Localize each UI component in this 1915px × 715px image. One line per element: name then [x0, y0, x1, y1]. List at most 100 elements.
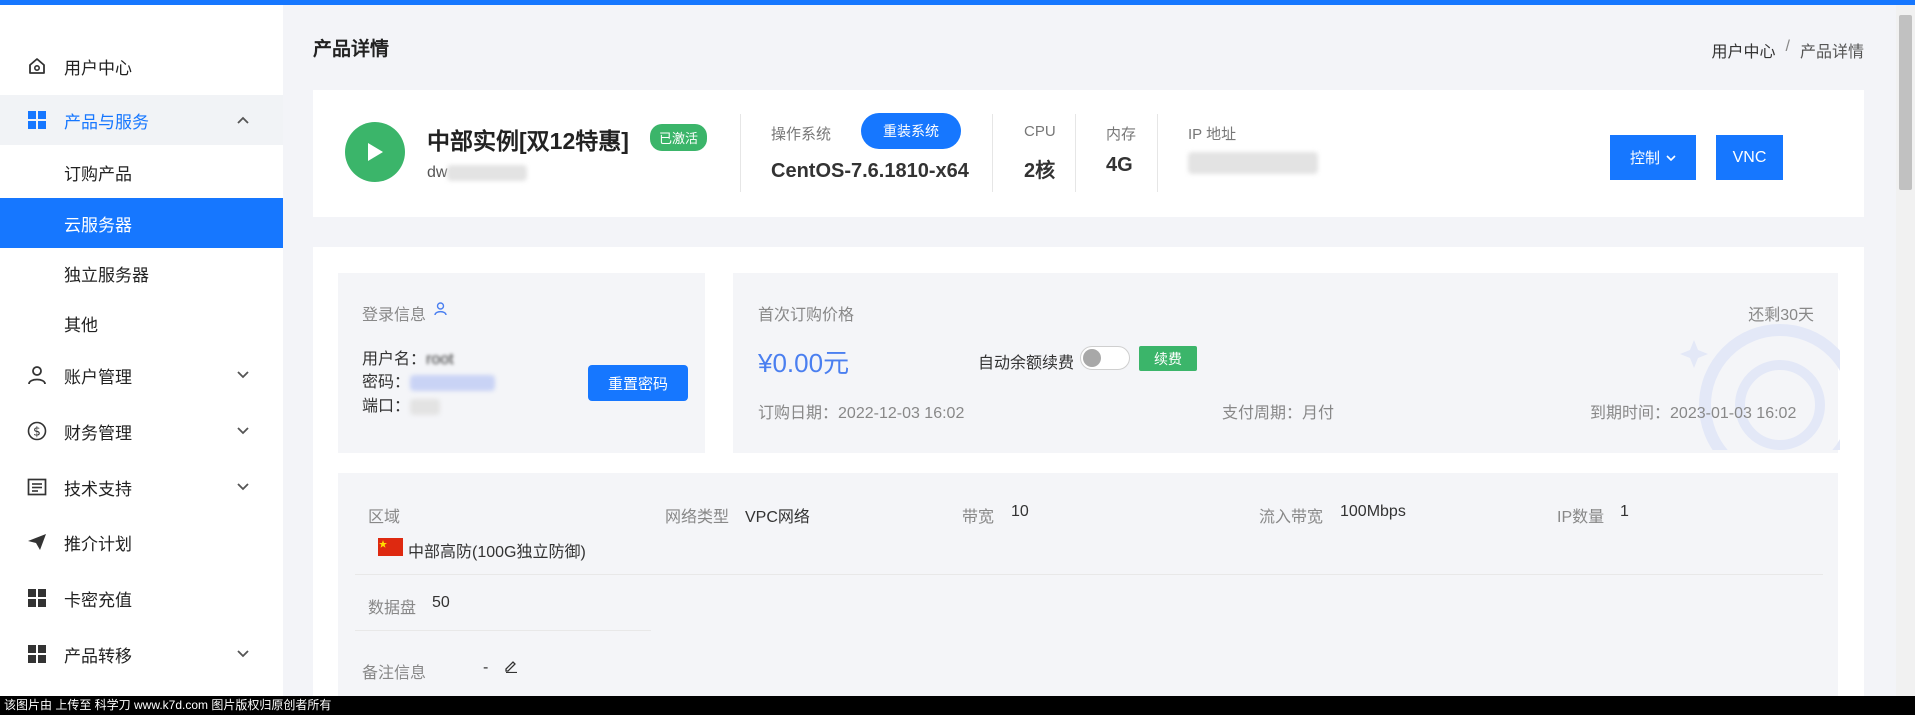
status-badge: 已激活 — [650, 124, 708, 151]
page-scrollbar[interactable] — [1896, 5, 1915, 696]
username-label: 用户名： — [362, 351, 427, 368]
first-price-label: 首次订购价格 — [758, 307, 855, 324]
username-value: root — [426, 351, 454, 368]
os-value: CentOS-7.6.1810-x64 — [771, 160, 969, 182]
redacted-ip-address — [1188, 152, 1323, 178]
vnc-button[interactable]: VNC — [1716, 135, 1783, 180]
sidebar-item-user-center[interactable]: 用户中心 — [0, 41, 283, 91]
instance-name: 中部实例[双12特惠] — [427, 128, 629, 154]
expire-value: 2023-01-03 16:02 — [1670, 405, 1797, 422]
reset-password-button[interactable]: 重置密码 — [588, 365, 688, 401]
sidebar-item-label: 推介计划 — [64, 534, 132, 554]
data-disk-label: 数据盘 — [368, 600, 417, 617]
password-label: 密码： — [362, 374, 411, 391]
redacted-hostname — [447, 164, 528, 181]
note-value: - — [483, 659, 489, 676]
sidebar-item-label: 用户中心 — [64, 58, 132, 78]
divider — [355, 630, 651, 631]
scrollbar-thumb[interactable] — [1899, 15, 1912, 190]
chevron-up-icon — [236, 113, 250, 127]
remaining-days: 还剩30天 — [1748, 307, 1814, 324]
ip-count-label: IP数量 — [1557, 509, 1605, 526]
chevron-down-icon — [236, 424, 250, 438]
inbound-bandwidth-value: 100Mbps — [1340, 503, 1406, 520]
sidebar-subitem-other[interactable]: 其他 — [0, 298, 283, 348]
sidebar: 用户中心 产品与服务 订购产品 云服务器 独立服务器 其他 账户管理 $ 财务管… — [0, 5, 283, 696]
sidebar-item-support[interactable]: 技术支持 — [0, 462, 283, 512]
divider — [1075, 114, 1076, 192]
region-label: 区域 — [368, 509, 401, 526]
port-label: 端口： — [362, 398, 411, 415]
breadcrumb-separator: / — [1785, 38, 1790, 55]
sidebar-item-finance[interactable]: $ 财务管理 — [0, 406, 283, 456]
auto-renew-toggle[interactable] — [1080, 346, 1130, 370]
power-status-button[interactable] — [345, 122, 405, 182]
billing-cycle-label: 支付周期： — [1222, 405, 1303, 422]
redacted-password — [410, 374, 496, 391]
reinstall-system-button[interactable]: 重装系统 — [861, 113, 961, 149]
expire-label: 到期时间： — [1590, 405, 1671, 422]
decorative-watermark-icon — [1660, 310, 1840, 450]
home-icon — [26, 55, 48, 77]
ip-count-value: 1 — [1620, 503, 1629, 520]
sidebar-item-label: 技术支持 — [64, 479, 132, 499]
bandwidth-value: 10 — [1011, 503, 1029, 520]
port-row: 端口： — [362, 392, 441, 416]
chevron-down-icon — [236, 368, 250, 382]
sidebar-subitem-order[interactable]: 订购产品 — [0, 147, 283, 197]
edit-icon[interactable] — [504, 659, 518, 678]
specs-panel — [338, 473, 1838, 696]
dollar-icon: $ — [26, 420, 48, 442]
top-accent-bar — [0, 0, 1915, 5]
chevron-down-icon — [1666, 154, 1676, 161]
divider — [355, 574, 1823, 575]
data-disk-value: 50 — [432, 594, 450, 611]
redacted-port — [410, 398, 441, 415]
login-info-title: 登录信息 — [362, 307, 427, 324]
play-icon — [368, 143, 383, 161]
hostname-prefix: dw — [427, 164, 448, 181]
network-type-value: VPC网络 — [745, 509, 810, 526]
billing-cycle-row: 支付周期：月付 — [1222, 399, 1334, 423]
renew-button[interactable]: 续费 — [1139, 346, 1197, 371]
chevron-down-icon — [236, 480, 250, 494]
divider — [1157, 114, 1158, 192]
sidebar-item-label: 卡密充值 — [64, 590, 132, 610]
sidebar-item-referral[interactable]: 推介计划 — [0, 517, 283, 567]
order-date-label: 订购日期： — [758, 405, 839, 422]
breadcrumb-link-user-center[interactable]: 用户中心 — [1712, 38, 1776, 62]
expire-row: 到期时间：2023-01-03 16:02 — [1590, 399, 1796, 423]
grid-icon — [26, 109, 48, 131]
breadcrumb-current: 产品详情 — [1799, 44, 1864, 61]
user-icon — [434, 302, 447, 321]
sidebar-subitem-cloud-server[interactable]: 云服务器 — [0, 198, 283, 248]
order-date-row: 订购日期：2022-12-03 16:02 — [758, 399, 964, 423]
send-icon — [26, 531, 48, 553]
page-title: 产品详情 — [313, 39, 390, 60]
chevron-down-icon — [236, 647, 250, 661]
sidebar-item-products[interactable]: 产品与服务 — [0, 95, 283, 145]
sidebar-item-label: 财务管理 — [64, 423, 132, 443]
os-label: 操作系统 — [771, 126, 832, 143]
china-flag-icon — [378, 538, 403, 556]
sidebar-item-account[interactable]: 账户管理 — [0, 350, 283, 400]
image-credit-footer: 该图片由 上传至 科学刀 www.k7d.com 图片版权归原创者所有 — [0, 696, 1915, 715]
divider — [992, 114, 993, 192]
instance-hostname: dw — [427, 164, 528, 182]
document-icon — [26, 476, 48, 498]
divider — [740, 114, 741, 192]
price-value: ¥0.00元 — [758, 348, 850, 378]
grid-icon — [26, 587, 48, 609]
memory-label: 内存 — [1106, 126, 1137, 143]
sidebar-item-label: 账户管理 — [64, 367, 132, 387]
password-row: 密码： — [362, 368, 496, 392]
sidebar-subitem-dedicated-server[interactable]: 独立服务器 — [0, 248, 283, 298]
sidebar-item-label: 产品转移 — [64, 646, 132, 666]
control-button-label: 控制 — [1629, 150, 1660, 167]
cpu-label: CPU — [1024, 123, 1056, 140]
control-dropdown-button[interactable]: 控制 — [1610, 135, 1696, 180]
user-icon — [26, 364, 48, 386]
sidebar-item-recharge[interactable]: 卡密充值 — [0, 573, 283, 623]
cpu-value: 2核 — [1024, 160, 1056, 182]
sidebar-item-transfer[interactable]: 产品转移 — [0, 629, 283, 679]
